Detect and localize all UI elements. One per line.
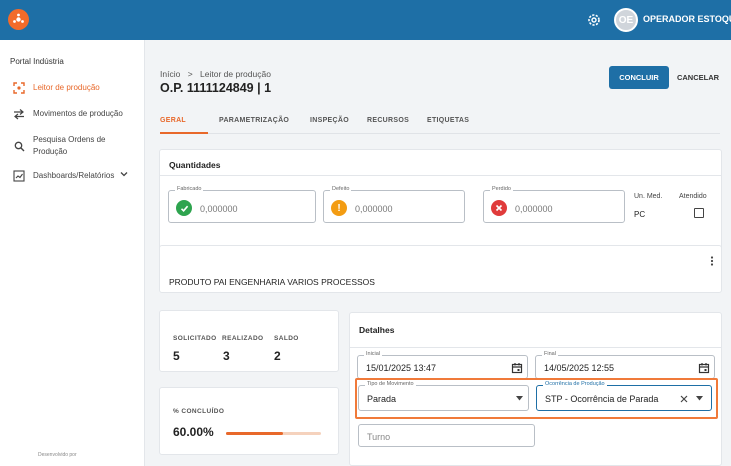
sidebar-item-pesquisa-ordens[interactable]: Pesquisa Ordens de Produção	[12, 134, 106, 158]
scanner-icon	[12, 82, 26, 94]
perdido-value: 0,000000	[515, 204, 553, 214]
sidebar-item-leitor-producao[interactable]: Leitor de produção	[12, 82, 100, 94]
calendar-icon[interactable]	[698, 362, 710, 374]
inicial-value: 15/01/2025 13:47	[366, 363, 437, 373]
sidebar-item-label-line1: Pesquisa Ordens de	[33, 135, 106, 144]
sidebar-item-label: Leitor de produção	[33, 83, 100, 92]
concluido-label: % CONCLUÍDO	[173, 408, 225, 415]
saldo-value: 2	[274, 349, 281, 363]
developed-by-footer: Desenvolvido por	[38, 452, 77, 458]
app-logo-icon[interactable]	[8, 9, 29, 30]
sidebar-title: Portal Indústria	[10, 57, 64, 66]
more-vert-icon[interactable]	[710, 253, 714, 271]
tab-recursos[interactable]: RECURSOS	[367, 117, 409, 124]
selection-highlight	[355, 378, 718, 419]
defeito-label: Defeito	[330, 186, 352, 192]
tab-inspecao[interactable]: INSPEÇÃO	[310, 117, 349, 124]
un-med-label: Un. Med.	[634, 193, 663, 200]
progress-fill	[226, 432, 283, 435]
breadcrumb: Início > Leitor de produção	[160, 69, 271, 79]
defeito-value: 0,000000	[355, 204, 393, 214]
fabricado-label: Fabricado	[175, 186, 204, 192]
turno-input[interactable]: Turno	[358, 424, 535, 447]
detalhes-title: Detalhes	[359, 325, 395, 335]
sidebar: Portal Indústria Leitor de produção Movi…	[0, 40, 145, 466]
final-date-field[interactable]: Final 14/05/2025 12:55	[535, 351, 715, 379]
breadcrumb-separator: >	[187, 69, 193, 79]
perdido-label: Perdido	[490, 186, 513, 192]
atendido-checkbox[interactable]	[694, 208, 704, 218]
sidebar-item-dashboards[interactable]: Dashboards/Relatórios	[12, 170, 128, 182]
perdido-field: Perdido 0,000000	[483, 186, 625, 223]
tab-geral[interactable]: GERAL	[160, 117, 186, 124]
check-circle-icon	[176, 200, 192, 216]
concluido-card: % CONCLUÍDO 60.00%	[159, 387, 339, 455]
realizado-value: 3	[223, 349, 230, 363]
final-value: 14/05/2025 12:55	[544, 363, 615, 373]
concluir-button[interactable]: CONCLUIR	[609, 66, 669, 89]
dashboard-icon	[12, 170, 26, 182]
detalhes-divider	[350, 347, 721, 348]
tab-bar: GERAL PARAMETRIZAÇÃO INSPEÇÃO RECURSOS E…	[160, 110, 720, 134]
concluido-value: 60.00%	[173, 425, 214, 439]
inicial-date-field[interactable]: Inicial 15/01/2025 13:47	[357, 351, 528, 379]
top-bar: OE OPERADOR ESTOQUE	[0, 0, 731, 40]
settings-gear-icon[interactable]	[586, 12, 602, 28]
calendar-icon[interactable]	[511, 362, 523, 374]
sidebar-item-movimentos[interactable]: Movimentos de produção	[12, 108, 123, 120]
fabricado-value: 0,000000	[200, 204, 238, 214]
solicitado-label: SOLICITADO	[173, 335, 217, 342]
fabricado-field: Fabricado 0,000000	[168, 186, 316, 223]
search-icon	[12, 140, 26, 152]
chevron-down-icon[interactable]	[120, 170, 128, 180]
saldo-label: SALDO	[274, 335, 299, 342]
inicial-label: Inicial	[364, 351, 383, 357]
produto-description: PRODUTO PAI ENGENHARIA VARIOS PROCESSOS	[169, 277, 375, 287]
breadcrumb-current: Leitor de produção	[200, 69, 271, 79]
sidebar-item-label: Dashboards/Relatórios	[33, 171, 115, 180]
atendido-label: Atendido	[679, 193, 707, 200]
sidebar-item-label-line2: Produção	[33, 147, 68, 156]
user-avatar[interactable]: OE	[614, 8, 638, 32]
breadcrumb-home[interactable]: Início	[160, 69, 180, 79]
resumo-card: SOLICITADO 5 REALIZADO 3 SALDO 2	[159, 310, 339, 372]
sidebar-item-label: Pesquisa Ordens de Produção	[33, 134, 106, 158]
cancelar-button[interactable]: CANCELAR	[674, 66, 722, 89]
page-title: O.P. 1111124849 | 1	[160, 81, 272, 95]
final-label: Final	[542, 351, 558, 357]
quantidades-title: Quantidades	[169, 160, 221, 170]
swap-arrows-icon	[12, 108, 26, 120]
defeito-field: Defeito ! 0,000000	[323, 186, 465, 223]
tab-etiquetas[interactable]: ETIQUETAS	[427, 117, 469, 124]
un-med-value: PC	[634, 210, 646, 219]
turno-placeholder: Turno	[367, 432, 391, 442]
error-circle-icon	[491, 200, 507, 216]
tab-parametrizacao[interactable]: PARAMETRIZAÇÃO	[219, 117, 289, 124]
sidebar-item-label: Movimentos de produção	[33, 109, 123, 118]
solicitado-value: 5	[173, 349, 180, 363]
user-name[interactable]: OPERADOR ESTOQUE	[643, 14, 731, 24]
quantidades-header: Quantidades	[160, 150, 721, 176]
active-tab-indicator	[160, 132, 208, 134]
realizado-label: REALIZADO	[222, 335, 264, 342]
warning-circle-icon: !	[331, 200, 347, 216]
progress-track	[226, 432, 321, 435]
produto-card: PRODUTO PAI ENGENHARIA VARIOS PROCESSOS	[159, 245, 722, 293]
